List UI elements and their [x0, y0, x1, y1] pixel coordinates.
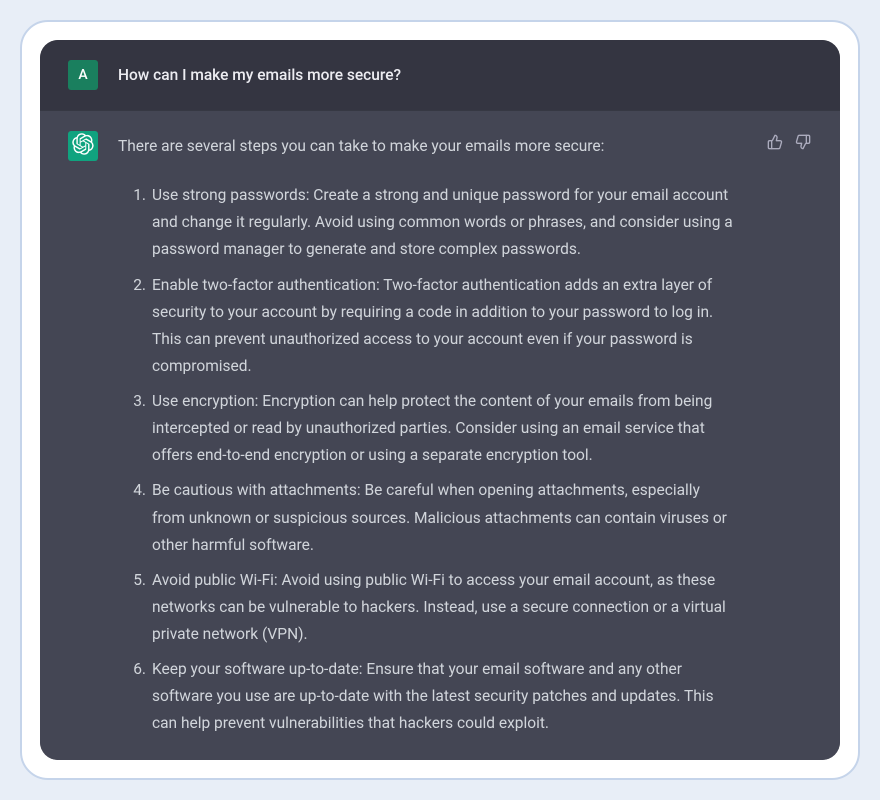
assistant-message-content: There are several steps you can take to …: [118, 131, 746, 746]
user-avatar: A: [68, 60, 98, 90]
list-item: Use strong passwords: Create a strong an…: [140, 182, 736, 263]
thumbs-down-icon: [795, 134, 811, 154]
assistant-list: Use strong passwords: Create a strong an…: [118, 182, 736, 737]
list-item: Avoid public Wi-Fi: Avoid using public W…: [140, 567, 736, 648]
list-item: Enable two-factor authentication: Two-fa…: [140, 272, 736, 381]
list-item: Be cautious with attachments: Be careful…: [140, 477, 736, 558]
feedback-actions: [766, 131, 812, 153]
user-message-text: How can I make my emails more secure?: [118, 60, 812, 89]
thumbs-down-button[interactable]: [794, 135, 812, 153]
chat-window: A How can I make my emails more secure? …: [40, 40, 840, 760]
assistant-avatar: [68, 131, 98, 161]
list-item: Use encryption: Encryption can help prot…: [140, 388, 736, 469]
thumbs-up-button[interactable]: [766, 135, 784, 153]
list-item: Keep your software up-to-date: Ensure th…: [140, 656, 736, 737]
assistant-message-row: There are several steps you can take to …: [40, 110, 840, 760]
thumbs-up-icon: [767, 134, 783, 154]
outer-frame: A How can I make my emails more secure? …: [20, 20, 860, 780]
user-message-row: A How can I make my emails more secure?: [40, 40, 840, 110]
openai-logo-icon: [72, 133, 94, 159]
user-avatar-letter: A: [78, 67, 87, 83]
assistant-intro-text: There are several steps you can take to …: [118, 133, 736, 160]
